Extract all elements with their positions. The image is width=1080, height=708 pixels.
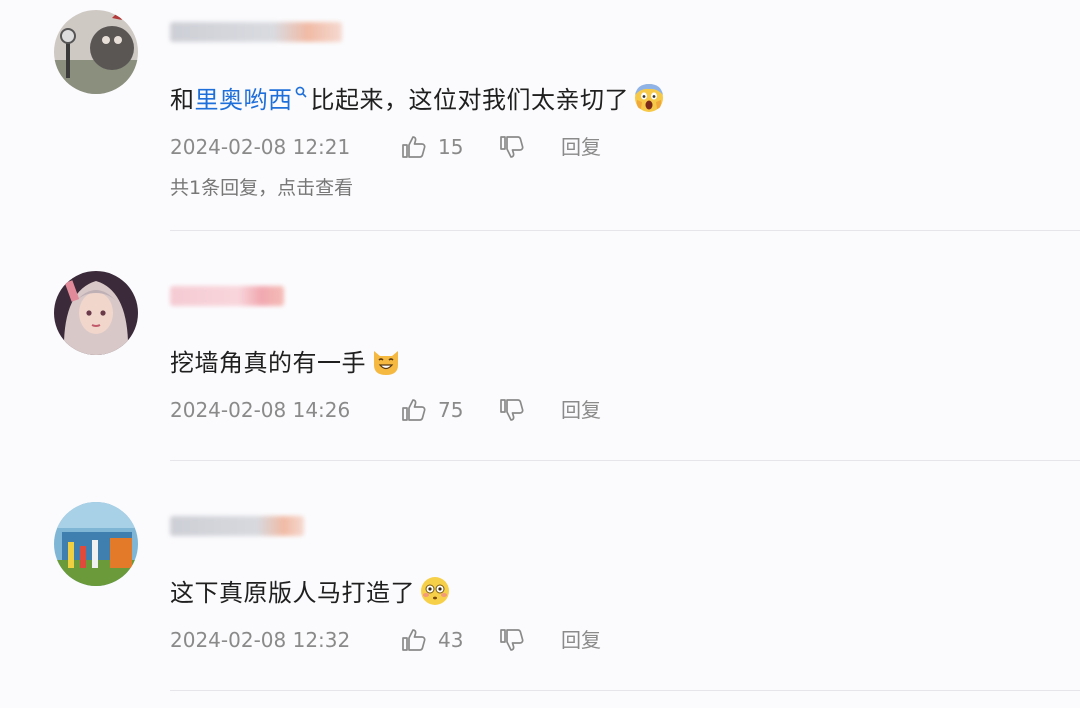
flushed-emoji-icon (421, 577, 449, 605)
comment-text: 这下真原版人马打造了 (170, 575, 451, 608)
search-icon[interactable] (295, 86, 307, 98)
dislike-button[interactable] (499, 625, 525, 655)
scream-emoji-icon (635, 84, 663, 112)
comment-text-body: 这下真原版人马打造了 (170, 579, 415, 607)
thumbs-down-icon (500, 629, 524, 651)
thumbs-down-icon (500, 399, 524, 421)
thumbs-up-icon (402, 629, 426, 651)
divider (170, 460, 1080, 461)
comment-text-prefix: 和 (170, 86, 195, 114)
username-blurred[interactable] (170, 286, 284, 306)
comment-text: 挖墙角真的有一手 (170, 345, 402, 378)
like-count: 15 (438, 135, 464, 159)
reply-button[interactable]: 回复 (561, 132, 601, 162)
timestamp: 2024-02-08 14:26 (170, 398, 351, 422)
divider (170, 690, 1080, 691)
thumbs-up-icon (402, 136, 426, 158)
view-replies-link[interactable]: 共1条回复，点击查看 (170, 175, 353, 201)
username-blurred[interactable] (170, 22, 342, 42)
timestamp: 2024-02-08 12:21 (170, 135, 351, 159)
divider (170, 230, 1080, 231)
reply-button[interactable]: 回复 (561, 625, 601, 655)
reply-button[interactable]: 回复 (561, 395, 601, 425)
comment-text: 和里奥哟西 比起来，这位对我们太亲切了 (170, 82, 665, 115)
username-blurred[interactable] (170, 516, 304, 536)
thumbs-down-icon (500, 136, 524, 158)
comment-text-body: 挖墙角真的有一手 (170, 349, 366, 377)
avatar[interactable] (54, 502, 138, 586)
user-mention[interactable]: 里奥哟西 (195, 86, 293, 114)
dislike-button[interactable] (499, 395, 525, 425)
dislike-button[interactable] (499, 132, 525, 162)
comment-feed: 和里奥哟西 比起来，这位对我们太亲切了 2024-02-08 12:21 15 回… (0, 0, 1080, 708)
like-count: 43 (438, 628, 464, 652)
comment-text-suffix: 比起来，这位对我们太亲切了 (310, 86, 629, 114)
thumbs-up-icon (402, 399, 426, 421)
cat-grin-emoji-icon (374, 351, 398, 375)
avatar[interactable] (54, 10, 138, 94)
timestamp: 2024-02-08 12:32 (170, 628, 351, 652)
like-count: 75 (438, 398, 464, 422)
avatar[interactable] (54, 271, 138, 355)
